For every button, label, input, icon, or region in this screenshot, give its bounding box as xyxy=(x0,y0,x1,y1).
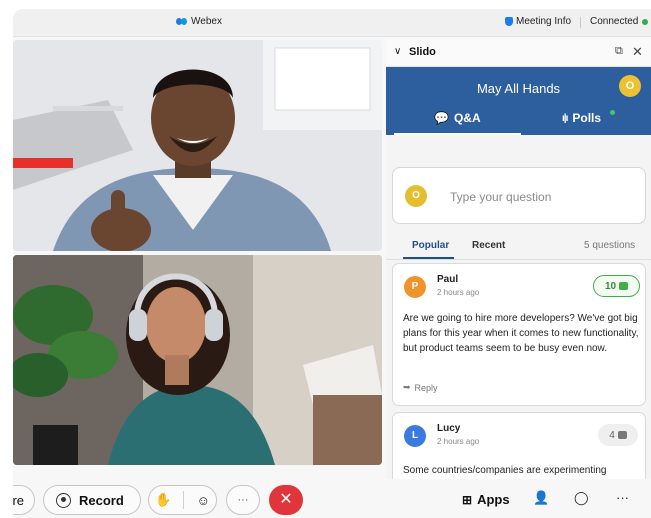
reply-button[interactable]: ➥ Reply xyxy=(403,382,438,393)
tab-polls[interactable]: ı|ı Polls xyxy=(562,111,601,125)
meeting-info-button[interactable]: Meeting Info xyxy=(505,16,571,27)
participants-icon[interactable]: 👤 xyxy=(533,490,549,506)
webex-window: Webex Meeting Info Connected ∨ Slido ⧉ ✕… xyxy=(13,9,651,518)
question-time: 2 hours ago xyxy=(437,437,480,446)
like-count: 10 xyxy=(604,280,617,292)
question-text: Some countries/companies are experimenti… xyxy=(403,465,607,476)
like-button[interactable]: 4 xyxy=(598,424,638,446)
webex-logo-icon xyxy=(176,17,187,26)
close-icon[interactable]: ✕ xyxy=(632,44,643,60)
record-button[interactable]: Record xyxy=(43,485,141,515)
question-time: 2 hours ago xyxy=(437,288,480,297)
apps-button[interactable]: ⊞ Apps xyxy=(462,492,510,507)
collapse-chevron-icon[interactable]: ∨ xyxy=(394,46,401,57)
slido-header: ∨ Slido ⧉ ✕ xyxy=(386,39,651,67)
tab-polls-label: Polls xyxy=(572,111,602,125)
event-name: May All Hands xyxy=(476,81,561,96)
reply-arrow-icon: ➥ xyxy=(403,382,411,392)
sort-tab-recent[interactable]: Recent xyxy=(472,240,505,251)
ellipsis-icon: ··· xyxy=(237,494,249,506)
bar-chart-icon: ı|ı xyxy=(562,112,568,124)
ask-question-box[interactable]: O Type your question xyxy=(392,167,646,224)
slido-title: Slido xyxy=(409,46,436,58)
question-card: P Paul 2 hours ago 10 Are we going to hi… xyxy=(392,263,646,406)
record-icon xyxy=(56,492,71,508)
ask-avatar: O xyxy=(405,185,427,207)
title-divider xyxy=(580,17,581,28)
apps-grid-icon: ⊞ xyxy=(462,492,473,507)
sort-tabs-divider xyxy=(386,259,651,260)
reply-label: Reply xyxy=(414,382,438,393)
title-bar: Webex Meeting Info Connected xyxy=(13,9,651,37)
active-tab-indicator xyxy=(394,133,521,135)
like-button[interactable]: 10 xyxy=(593,275,640,297)
end-call-button[interactable]: ✕ xyxy=(269,485,303,515)
participant-2-video xyxy=(13,255,382,465)
raise-hand-icon[interactable]: ✋ xyxy=(155,492,171,508)
popout-icon[interactable]: ⧉ xyxy=(615,45,623,58)
user-avatar[interactable]: O xyxy=(619,75,641,97)
question-count: 5 questions xyxy=(584,240,636,251)
author-avatar: L xyxy=(404,425,426,447)
participant-1-video xyxy=(13,40,382,251)
tab-qa[interactable]: 💬 Q&A xyxy=(434,111,481,125)
share-button[interactable]: re xyxy=(13,485,35,515)
thumbs-up-icon xyxy=(619,282,629,290)
connection-status: Connected xyxy=(590,16,649,27)
record-label: Record xyxy=(79,492,124,508)
like-count: 4 xyxy=(609,429,615,441)
meeting-toolbar: re Record ✋ ☺ ··· ✕ ⊞ Apps 👤 ◯ ··· xyxy=(13,479,651,518)
app-name: Webex xyxy=(191,16,222,27)
question-input[interactable]: Type your question xyxy=(450,190,551,204)
reactions-group: ✋ ☺ xyxy=(148,485,217,515)
slido-panel: ∨ Slido ⧉ ✕ May All Hands O 💬 Q&A ı|ı Po… xyxy=(386,39,651,479)
event-banner: May All Hands O 💬 Q&A ı|ı Polls xyxy=(386,67,651,135)
status-dot-icon xyxy=(642,18,649,25)
sort-tab-popular[interactable]: Popular xyxy=(412,240,449,251)
speech-bubbles-icon: 💬 xyxy=(434,111,449,125)
apps-label: Apps xyxy=(477,492,510,507)
shield-icon xyxy=(505,17,513,26)
end-call-x-icon: ✕ xyxy=(279,491,293,508)
question-text: Are we going to hire more developers? We… xyxy=(403,313,639,354)
thumbs-up-icon xyxy=(617,431,627,439)
meeting-info-label: Meeting Info xyxy=(516,16,572,27)
chat-icon[interactable]: ◯ xyxy=(574,490,589,506)
video-tile-participant-1[interactable] xyxy=(13,40,382,251)
tab-qa-label: Q&A xyxy=(453,111,481,125)
author-name: Lucy xyxy=(437,423,461,434)
connection-status-label: Connected xyxy=(590,16,639,27)
more-actions-icon[interactable]: ··· xyxy=(616,490,629,505)
author-name: Paul xyxy=(437,274,459,285)
polls-notification-dot xyxy=(610,110,615,115)
reactions-divider xyxy=(183,491,185,509)
share-label: re xyxy=(13,492,24,508)
more-options-button[interactable]: ··· xyxy=(226,485,260,515)
video-tile-participant-2[interactable] xyxy=(13,255,382,465)
question-card: L Lucy 2 hours ago 4 Some countries/comp… xyxy=(392,412,646,479)
author-avatar: P xyxy=(404,276,426,298)
emoji-reaction-icon[interactable]: ☺ xyxy=(197,493,210,508)
app-title: Webex xyxy=(176,16,222,27)
